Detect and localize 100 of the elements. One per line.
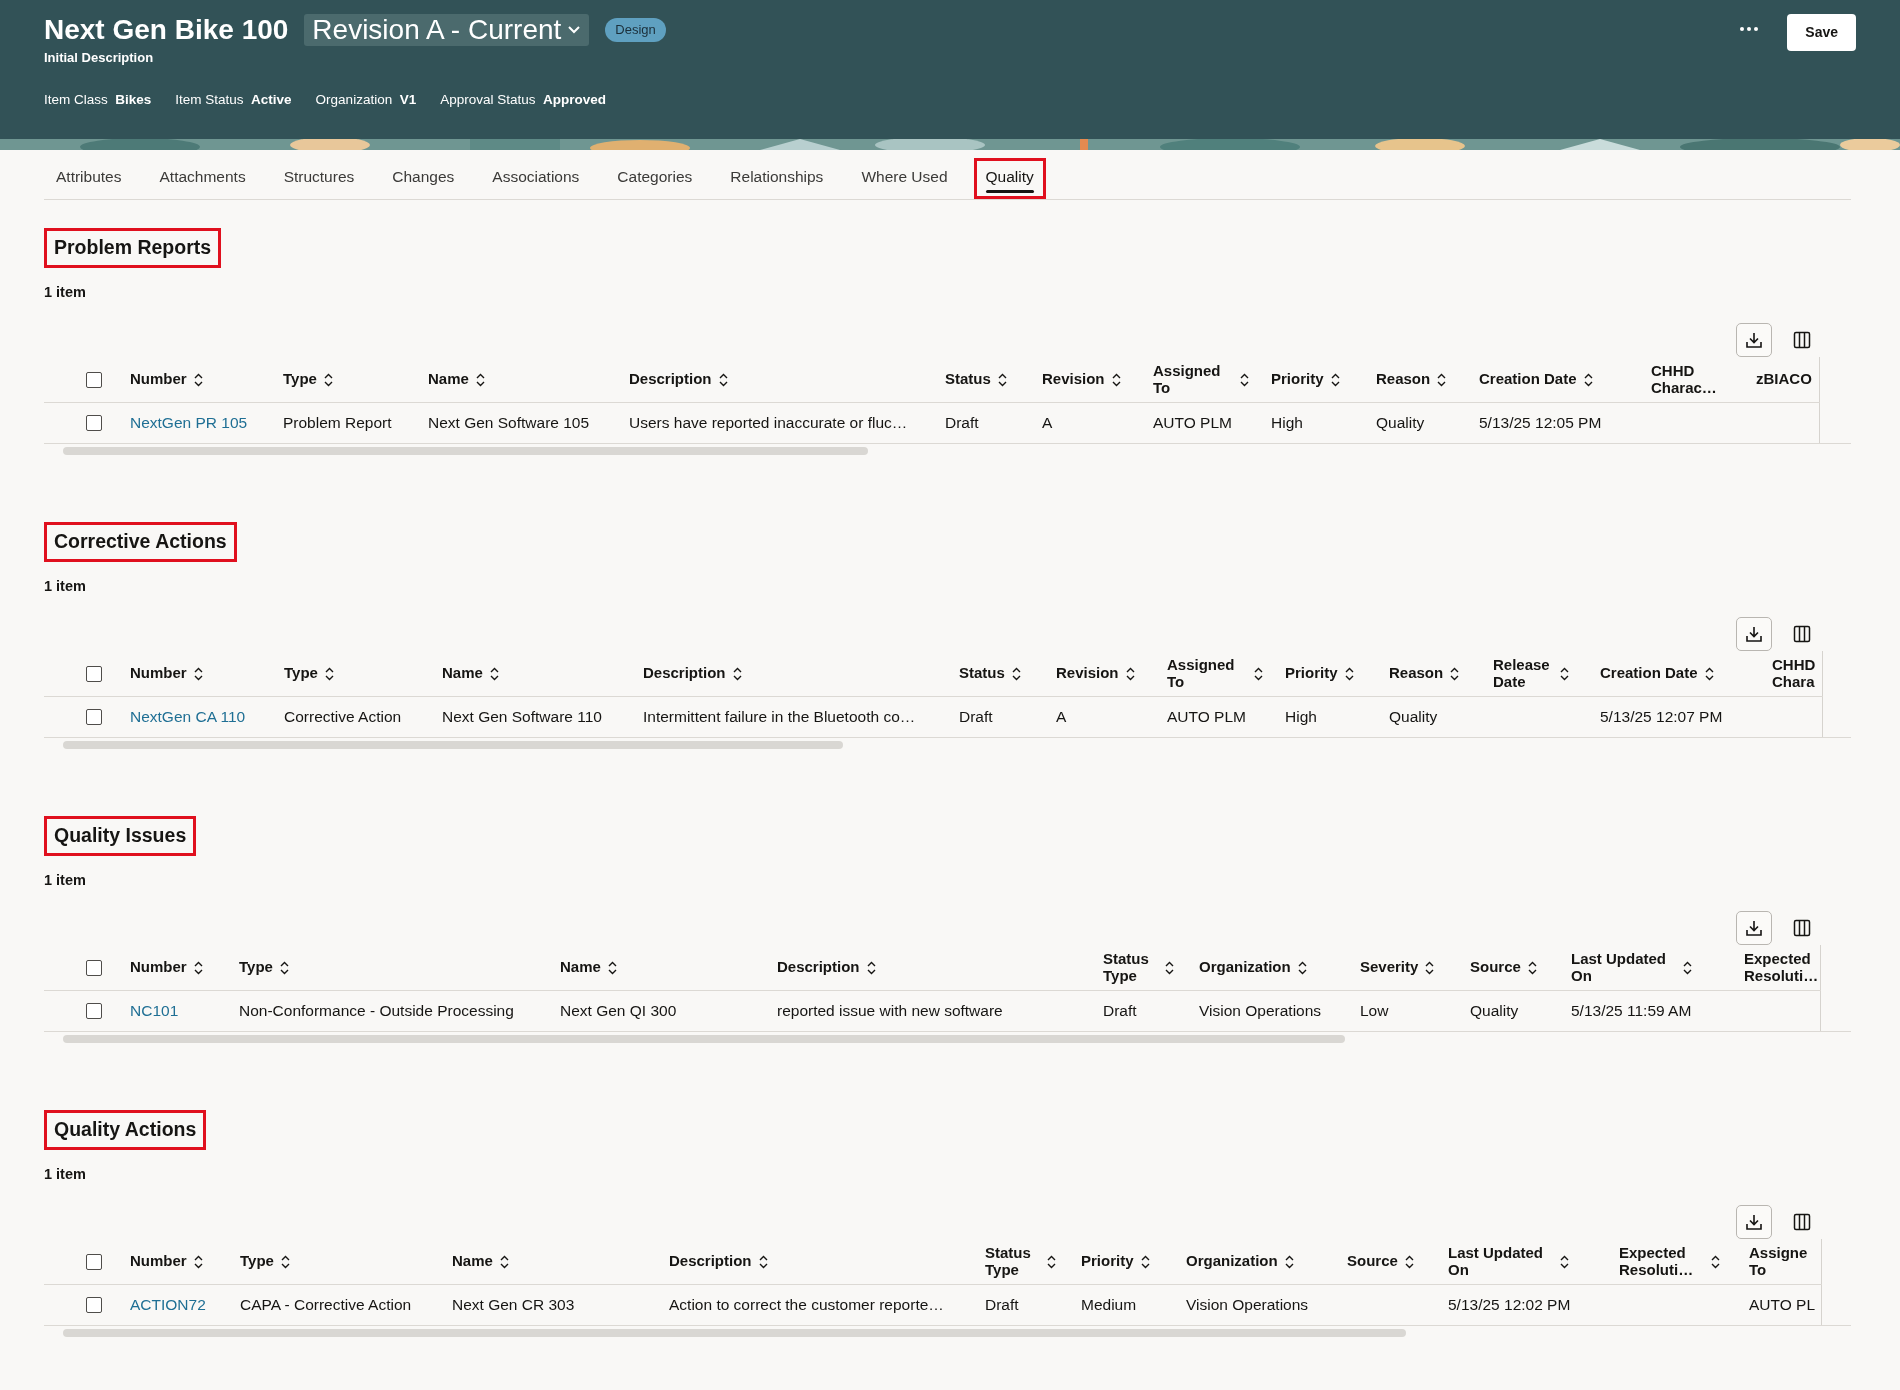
sort-icon[interactable]: [1582, 372, 1594, 387]
select-all-checkbox[interactable]: [86, 1253, 102, 1270]
sort-icon[interactable]: [498, 1254, 510, 1269]
column-header[interactable]: Assigned To: [1167, 657, 1264, 690]
column-header[interactable]: Status Type: [985, 1245, 1057, 1278]
column-header[interactable]: Description: [629, 371, 729, 388]
sort-icon[interactable]: [731, 666, 743, 681]
column-header[interactable]: Priority: [1271, 371, 1341, 388]
sort-icon[interactable]: [1559, 666, 1570, 681]
sort-icon[interactable]: [192, 372, 204, 387]
select-all-checkbox[interactable]: [86, 371, 102, 388]
sort-icon[interactable]: [192, 666, 204, 681]
sort-icon[interactable]: [1046, 1254, 1057, 1269]
sort-icon[interactable]: [1110, 372, 1122, 387]
sort-icon[interactable]: [1329, 372, 1341, 387]
column-header[interactable]: Type: [240, 1253, 291, 1270]
sort-icon[interactable]: [1436, 372, 1448, 387]
column-header[interactable]: Last Updated On: [1571, 951, 1693, 984]
download-button[interactable]: [1736, 323, 1772, 358]
download-button[interactable]: [1736, 911, 1772, 946]
sort-icon[interactable]: [1253, 666, 1264, 681]
column-header[interactable]: Number: [130, 665, 204, 682]
sort-icon[interactable]: [192, 1254, 204, 1269]
column-header[interactable]: CHHD Chara: [1772, 657, 1820, 690]
tab[interactable]: Attributes: [44, 158, 134, 200]
column-header[interactable]: Name: [560, 959, 618, 976]
sort-icon[interactable]: [1343, 666, 1355, 681]
sort-icon[interactable]: [322, 372, 334, 387]
row-checkbox[interactable]: [86, 1297, 102, 1313]
scrollbar-thumb[interactable]: [63, 447, 868, 456]
row-checkbox[interactable]: [86, 415, 102, 431]
column-header[interactable]: Description: [669, 1253, 769, 1270]
column-header[interactable]: Status: [959, 665, 1022, 682]
scrollbar-thumb[interactable]: [63, 1035, 1345, 1044]
record-link[interactable]: ACTION72: [130, 1296, 206, 1314]
sort-icon[interactable]: [1703, 666, 1715, 681]
row-checkbox[interactable]: [86, 1003, 102, 1019]
select-all-checkbox[interactable]: [86, 665, 102, 682]
column-header[interactable]: Expected Resoluti…: [1619, 1245, 1721, 1278]
column-header[interactable]: Description: [643, 665, 743, 682]
sort-icon[interactable]: [1710, 1254, 1721, 1269]
tab[interactable]: Where Used: [849, 158, 960, 200]
column-header[interactable]: Type: [283, 371, 334, 388]
column-header[interactable]: Priority: [1081, 1253, 1151, 1270]
sort-icon[interactable]: [1164, 960, 1175, 975]
sort-icon[interactable]: [474, 372, 486, 387]
sort-icon[interactable]: [1403, 1254, 1415, 1269]
column-header[interactable]: CHHD Charac…: [1651, 363, 1726, 396]
save-button[interactable]: Save: [1787, 14, 1856, 51]
sort-icon[interactable]: [278, 960, 290, 975]
column-header[interactable]: Creation Date: [1600, 665, 1715, 682]
column-header[interactable]: Last Updated On: [1448, 1245, 1570, 1278]
sort-icon[interactable]: [488, 666, 500, 681]
column-header[interactable]: Organization: [1186, 1253, 1295, 1270]
column-header[interactable]: Creation Date: [1479, 371, 1594, 388]
column-header[interactable]: Assigne To: [1749, 1245, 1811, 1278]
record-link[interactable]: NC101: [130, 1002, 179, 1020]
column-header[interactable]: Expected Resoluti…: [1744, 951, 1820, 984]
column-header[interactable]: Severity: [1360, 959, 1436, 976]
sort-icon[interactable]: [1283, 1254, 1295, 1269]
download-button[interactable]: [1736, 617, 1772, 652]
sort-icon[interactable]: [323, 666, 335, 681]
scrollbar-thumb[interactable]: [63, 1329, 1406, 1338]
tab[interactable]: Structures: [271, 158, 367, 200]
row-checkbox[interactable]: [86, 709, 102, 725]
sort-icon[interactable]: [717, 372, 729, 387]
sort-icon[interactable]: [1526, 960, 1538, 975]
select-all-checkbox[interactable]: [86, 959, 102, 976]
column-header[interactable]: Reason: [1389, 665, 1461, 682]
download-button[interactable]: [1736, 1205, 1772, 1240]
scrollbar-thumb[interactable]: [63, 741, 843, 750]
column-header[interactable]: Description: [777, 959, 877, 976]
sort-icon[interactable]: [1124, 666, 1136, 681]
column-header[interactable]: Revision: [1056, 665, 1136, 682]
sort-icon[interactable]: [996, 372, 1008, 387]
sort-icon[interactable]: [1239, 372, 1250, 387]
column-header[interactable]: Revision: [1042, 371, 1122, 388]
record-link[interactable]: NextGen CA 110: [130, 708, 246, 726]
sort-icon[interactable]: [1682, 960, 1693, 975]
column-header[interactable]: Name: [428, 371, 486, 388]
column-header[interactable]: Assigned To: [1153, 363, 1250, 396]
column-header[interactable]: Priority: [1285, 665, 1355, 682]
sort-icon[interactable]: [1296, 960, 1308, 975]
revision-dropdown[interactable]: Revision A - Current: [304, 14, 590, 47]
sort-icon[interactable]: [192, 960, 204, 975]
sort-icon[interactable]: [606, 960, 618, 975]
sort-icon[interactable]: [1424, 960, 1436, 975]
sort-icon[interactable]: [1010, 666, 1022, 681]
column-header[interactable]: Type: [239, 959, 290, 976]
sort-icon[interactable]: [1449, 666, 1461, 681]
column-header[interactable]: zBIACO: [1756, 371, 1812, 388]
sort-icon[interactable]: [279, 1254, 291, 1269]
tab[interactable]: Quality: [973, 158, 1046, 200]
tab[interactable]: Relationships: [718, 158, 836, 200]
sort-icon[interactable]: [865, 960, 877, 975]
sort-icon[interactable]: [757, 1254, 769, 1269]
column-header[interactable]: Release Date: [1493, 657, 1570, 690]
tab[interactable]: Categories: [605, 158, 705, 200]
column-header[interactable]: Number: [130, 1253, 204, 1270]
column-header[interactable]: Organization: [1199, 959, 1308, 976]
